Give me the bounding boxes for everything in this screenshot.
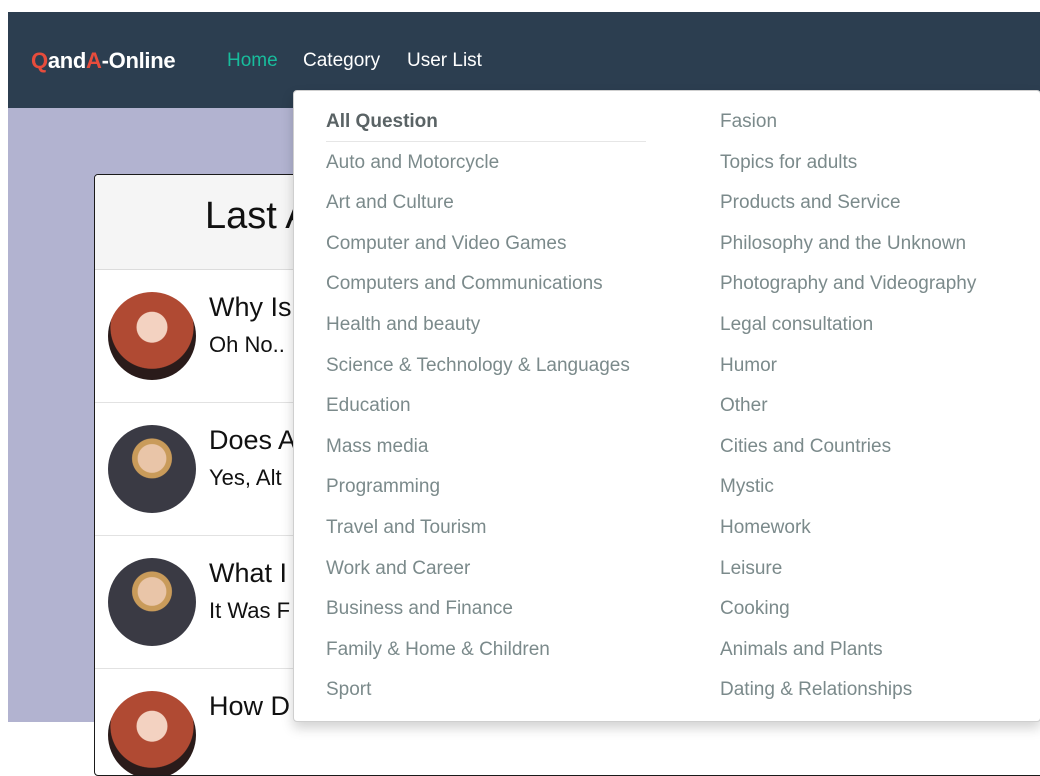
- dropdown-item[interactable]: Education: [326, 391, 630, 432]
- dropdown-item-all-question[interactable]: All Question: [326, 107, 646, 148]
- dropdown-column-left: All Question Auto and Motorcycle Art and…: [326, 107, 646, 716]
- avatar: [108, 558, 196, 646]
- dropdown-item[interactable]: Topics for adults: [720, 148, 976, 189]
- dropdown-column-right: Fasion Topics for adults Products and Se…: [720, 107, 976, 716]
- question-title[interactable]: How D: [209, 691, 290, 722]
- nav-home[interactable]: Home: [227, 50, 278, 72]
- dropdown-item[interactable]: Mystic: [720, 472, 976, 513]
- dropdown-item[interactable]: Health and beauty: [326, 310, 630, 351]
- dropdown-item[interactable]: Legal consultation: [720, 310, 976, 351]
- dropdown-item[interactable]: Other: [720, 391, 976, 432]
- brand-a: A: [86, 48, 102, 73]
- dropdown-item[interactable]: Computers and Communications: [326, 269, 630, 310]
- question-answer: Yes, Alt: [209, 465, 282, 490]
- brand-logo[interactable]: QandA-Online: [31, 48, 176, 74]
- dropdown-item[interactable]: Philosophy and the Unknown: [720, 229, 976, 270]
- brand-and: and: [47, 48, 87, 73]
- question-title[interactable]: Does A: [209, 425, 296, 456]
- dropdown-item[interactable]: Fasion: [720, 107, 976, 148]
- dropdown-item[interactable]: Science & Technology & Languages: [326, 351, 630, 392]
- dropdown-item[interactable]: Business and Finance: [326, 594, 630, 635]
- dropdown-item[interactable]: Computer and Video Games: [326, 229, 630, 270]
- dropdown-item[interactable]: Sport: [326, 675, 630, 716]
- dropdown-item[interactable]: Auto and Motorcycle: [326, 148, 630, 189]
- dropdown-item[interactable]: Mass media: [326, 432, 630, 473]
- dropdown-item[interactable]: Products and Service: [720, 188, 976, 229]
- avatar: [108, 691, 196, 775]
- question-answer: Oh No..: [209, 332, 285, 357]
- avatar: [108, 292, 196, 380]
- dropdown-divider: [326, 141, 646, 142]
- dropdown-item-label: All Question: [326, 111, 438, 132]
- dropdown-item[interactable]: Art and Culture: [326, 188, 630, 229]
- dropdown-item[interactable]: Family & Home & Children: [326, 635, 630, 676]
- question-title[interactable]: Why Is: [209, 292, 292, 323]
- dropdown-item[interactable]: Cooking: [720, 594, 976, 635]
- dropdown-item[interactable]: Leisure: [720, 554, 976, 595]
- dropdown-item[interactable]: Animals and Plants: [720, 635, 976, 676]
- brand-online: -Online: [101, 48, 176, 73]
- nav-user-list[interactable]: User List: [407, 50, 482, 72]
- dropdown-item[interactable]: Programming: [326, 472, 630, 513]
- avatar: [108, 425, 196, 513]
- nav-category[interactable]: Category: [303, 50, 380, 72]
- dropdown-item[interactable]: Dating & Relationships: [720, 675, 976, 716]
- top-strip: [0, 0, 1040, 12]
- question-answer: It Was F: [209, 598, 291, 623]
- dropdown-item[interactable]: Cities and Countries: [720, 432, 976, 473]
- question-title[interactable]: What I: [209, 558, 287, 589]
- dropdown-item[interactable]: Work and Career: [326, 554, 630, 595]
- brand-q: Q: [31, 48, 48, 73]
- category-dropdown-menu: All Question Auto and Motorcycle Art and…: [293, 90, 1040, 722]
- dropdown-item[interactable]: Humor: [720, 351, 976, 392]
- dropdown-item[interactable]: Photography and Videography: [720, 269, 976, 310]
- dropdown-item[interactable]: Travel and Tourism: [326, 513, 630, 554]
- dropdown-item[interactable]: Homework: [720, 513, 976, 554]
